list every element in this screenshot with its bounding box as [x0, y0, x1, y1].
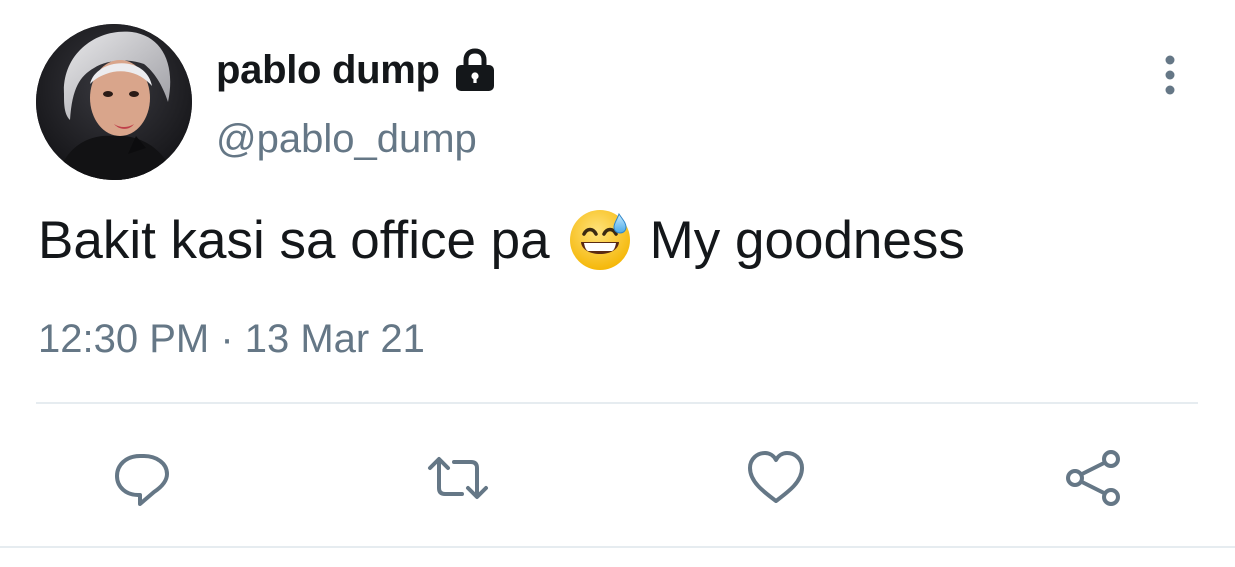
avatar[interactable]: [36, 24, 192, 180]
tweet-text-part-1: Bakit kasi sa office pa: [38, 210, 550, 270]
share-button[interactable]: [1062, 446, 1126, 510]
reply-icon: [115, 454, 169, 506]
name-row: pablo dump: [216, 44, 498, 96]
heart-icon: [748, 451, 804, 503]
display-name[interactable]: pablo dump: [216, 48, 440, 93]
more-options-icon[interactable]: [1156, 52, 1184, 98]
lock-icon: [452, 48, 498, 92]
tweet-text: Bakit kasi sa office pa My goodness: [38, 208, 965, 272]
like-button[interactable]: [744, 446, 808, 510]
retweet-icon: [428, 457, 488, 499]
tweet-timestamp[interactable]: 12:30 PM · 13 Mar 21: [38, 317, 425, 362]
divider: [36, 402, 1198, 404]
retweet-button[interactable]: [426, 446, 490, 510]
reply-button[interactable]: [110, 446, 174, 510]
grinning-face-with-sweat-icon: [568, 208, 632, 272]
bottom-divider: [0, 546, 1235, 548]
tweet-card: pablo dump @pablo_dump Bakit kasi sa off…: [0, 0, 1235, 567]
user-handle[interactable]: @pablo_dump: [216, 117, 477, 162]
tweet-text-part-2: My goodness: [649, 210, 965, 270]
share-icon: [1066, 450, 1120, 506]
